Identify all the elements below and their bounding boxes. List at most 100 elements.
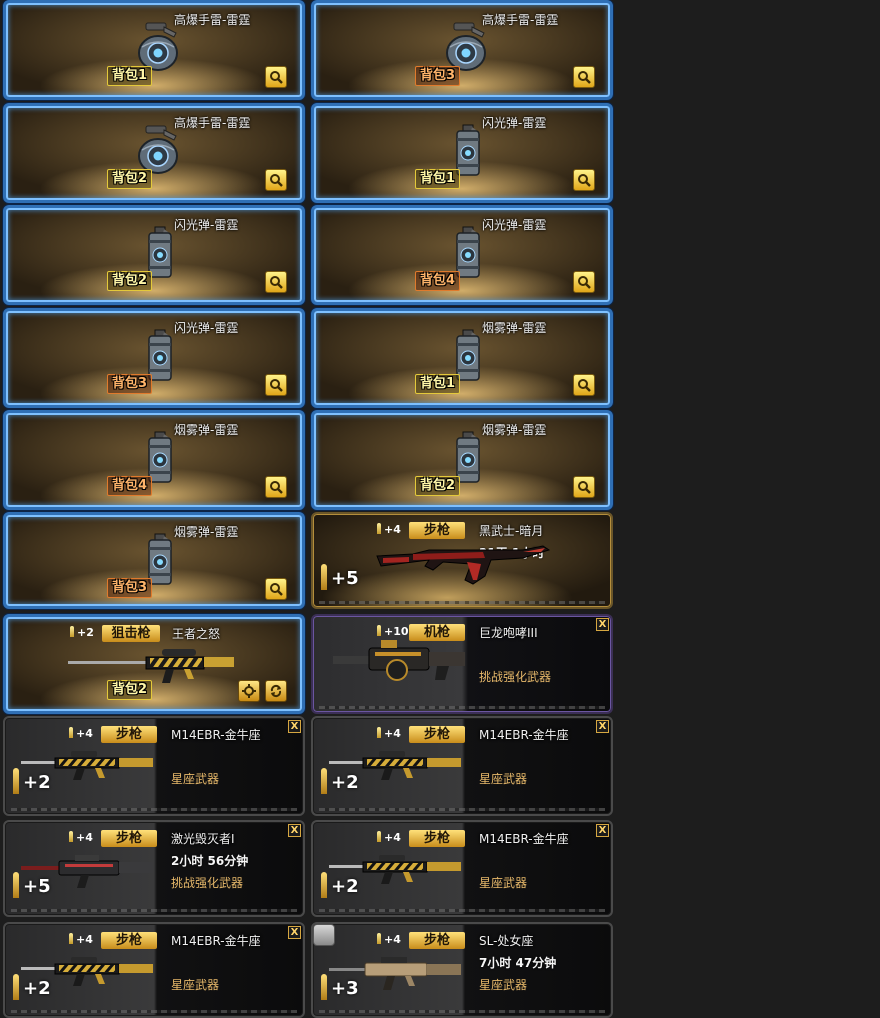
backpack-slot-label: 背包2 bbox=[107, 680, 153, 700]
magnifier-icon bbox=[270, 481, 283, 494]
weapon-class-tag: 步枪 bbox=[409, 830, 465, 847]
item-name: 高爆手雷-雷霆 bbox=[482, 13, 559, 27]
weapon-category: 挑战强化武器 bbox=[171, 876, 244, 890]
zoom-button[interactable] bbox=[265, 476, 287, 498]
inventory-card[interactable]: +4 步枪 M14EBR-金牛座 星座武器 +2 X bbox=[311, 716, 613, 816]
zoom-button[interactable] bbox=[265, 578, 287, 600]
close-button[interactable]: X bbox=[596, 618, 609, 631]
inventory-card[interactable]: 闪光弹-雷霆背包1 bbox=[311, 103, 613, 203]
close-button[interactable]: X bbox=[596, 720, 609, 733]
ammo-bonus: +4 bbox=[377, 523, 401, 536]
inventory-card[interactable]: 闪光弹-雷霆背包4 bbox=[311, 205, 613, 305]
inventory-card[interactable]: +2 狙击枪 王者之怒 背包2 bbox=[3, 614, 305, 714]
zoom-button[interactable] bbox=[573, 271, 595, 293]
ammo-bonus: +10 bbox=[377, 625, 409, 638]
weapon-category: 星座武器 bbox=[479, 978, 528, 992]
ammo-bonus: +4 bbox=[377, 831, 401, 844]
inventory-card[interactable]: 烟雾弹-雷霆背包4 bbox=[3, 410, 305, 510]
inventory-card[interactable]: 烟雾弹-雷霆 背包1 bbox=[311, 308, 613, 408]
zoom-button[interactable] bbox=[573, 374, 595, 396]
weapon-name: 巨龙咆哮III bbox=[479, 626, 538, 640]
weapon-name: 激光毁灭者I bbox=[171, 832, 235, 846]
weapon-name: M14EBR-金牛座 bbox=[171, 728, 261, 742]
inventory-card[interactable]: +4 步枪 SL-处女座 7小时 47分钟 星座武器 +3 bbox=[311, 922, 613, 1018]
close-button[interactable]: X bbox=[596, 824, 609, 837]
inventory-card[interactable]: +4 步枪 M14EBR-金牛座 星座武器 +2 X bbox=[3, 922, 305, 1018]
ammo-bonus: +4 bbox=[377, 727, 401, 740]
magnifier-icon bbox=[270, 174, 283, 187]
item-name: 高爆手雷-雷霆 bbox=[174, 116, 251, 130]
ammo-bonus: +4 bbox=[69, 727, 93, 740]
zoom-button[interactable] bbox=[573, 66, 595, 88]
backpack-slot-label: 背包2 bbox=[107, 271, 153, 291]
enhance-level: +5 bbox=[13, 872, 51, 898]
backpack-slot-label: 背包4 bbox=[107, 476, 153, 496]
weapon-icon bbox=[373, 536, 553, 592]
weapon-category: 星座武器 bbox=[479, 772, 528, 786]
weapon-icon bbox=[329, 638, 469, 690]
enhance-level: +3 bbox=[321, 974, 359, 1000]
item-name: 烟雾弹-雷霆 bbox=[174, 423, 239, 437]
inventory-card[interactable]: 烟雾弹-雷霆背包3 bbox=[3, 512, 305, 609]
backpack-slot-label: 背包4 bbox=[415, 271, 461, 291]
backpack-slot-label: 背包2 bbox=[107, 169, 153, 189]
enhance-level: +2 bbox=[13, 768, 51, 794]
item-name: 闪光弹-雷霆 bbox=[482, 116, 547, 130]
enhance-level: +5 bbox=[321, 564, 359, 590]
gear-button[interactable] bbox=[238, 680, 260, 702]
magnifier-icon bbox=[578, 379, 591, 392]
weapon-class-tag: 步枪 bbox=[101, 726, 157, 743]
backpack-slot-label: 背包3 bbox=[415, 66, 461, 86]
close-button[interactable]: X bbox=[288, 926, 301, 939]
inventory-grid: 高爆手雷-雷霆 背包1 高爆手雷-雷霆 背包3 高爆手雷-雷霆 背包2 闪光弹-… bbox=[0, 0, 613, 1018]
backpack-slot-label: 背包1 bbox=[415, 169, 461, 189]
weapon-class-tag: 步枪 bbox=[409, 726, 465, 743]
magnifier-icon bbox=[270, 71, 283, 84]
magnifier-icon bbox=[578, 174, 591, 187]
zoom-button[interactable] bbox=[265, 169, 287, 191]
weapon-name: M14EBR-金牛座 bbox=[479, 728, 569, 742]
item-name: 闪光弹-雷霆 bbox=[482, 218, 547, 232]
weapon-name: 王者之怒 bbox=[172, 627, 221, 641]
inventory-card[interactable]: +4 步枪 激光毁灭者I 2小时 56分钟 挑战强化武器 +5 X bbox=[3, 820, 305, 917]
zoom-button[interactable] bbox=[573, 476, 595, 498]
inventory-card[interactable]: +4步枪黑武士-暗月21天 1小时 +5 bbox=[311, 512, 613, 609]
inventory-card[interactable]: 高爆手雷-雷霆背包3 bbox=[311, 0, 613, 100]
close-button[interactable]: X bbox=[288, 824, 301, 837]
backpack-slot-label: 背包1 bbox=[415, 374, 461, 394]
zoom-button[interactable] bbox=[573, 169, 595, 191]
ammo-bonus: +4 bbox=[69, 933, 93, 946]
inventory-card[interactable]: 闪光弹-雷霆 背包2 bbox=[3, 205, 305, 305]
inventory-card[interactable]: 闪光弹-雷霆 背包3 bbox=[3, 308, 305, 408]
zoom-button[interactable] bbox=[265, 66, 287, 88]
backpack-slot-label: 背包2 bbox=[415, 476, 461, 496]
zoom-button[interactable] bbox=[265, 271, 287, 293]
backpack-slot-label: 背包3 bbox=[107, 578, 153, 598]
backpack-slot-label: 背包1 bbox=[107, 66, 153, 86]
inventory-card[interactable]: +4 步枪 M14EBR-金牛座 星座武器 +2 X bbox=[311, 820, 613, 917]
weapon-category: 挑战强化武器 bbox=[479, 670, 552, 684]
close-button[interactable]: X bbox=[288, 720, 301, 733]
swap-button[interactable] bbox=[265, 680, 287, 702]
item-name: 烟雾弹-雷霆 bbox=[482, 423, 547, 437]
zoom-button[interactable] bbox=[265, 374, 287, 396]
magnifier-icon bbox=[270, 583, 283, 596]
inventory-card[interactable]: 高爆手雷-雷霆背包2 bbox=[3, 103, 305, 203]
inventory-card[interactable]: 高爆手雷-雷霆背包1 bbox=[3, 0, 305, 100]
enhance-level: +2 bbox=[13, 974, 51, 1000]
inventory-card[interactable]: +4 步枪 M14EBR-金牛座 星座武器 +2 X bbox=[3, 716, 305, 816]
item-name: 闪光弹-雷霆 bbox=[174, 321, 239, 335]
magnifier-icon bbox=[578, 276, 591, 289]
magnifier-icon bbox=[578, 71, 591, 84]
weapon-class-tag: 步枪 bbox=[409, 932, 465, 949]
weapon-class-tag: 步枪 bbox=[101, 830, 157, 847]
gift-box-icon[interactable] bbox=[313, 924, 335, 946]
ammo-bonus: +4 bbox=[69, 831, 93, 844]
item-name: 烟雾弹-雷霆 bbox=[174, 525, 239, 539]
inventory-card[interactable]: +10 机枪 巨龙咆哮III 挑战强化武器 X bbox=[311, 614, 613, 714]
ammo-bonus: +2 bbox=[70, 626, 94, 639]
weapon-name: M14EBR-金牛座 bbox=[171, 934, 261, 948]
item-name: 高爆手雷-雷霆 bbox=[174, 13, 251, 27]
inventory-card[interactable]: 烟雾弹-雷霆背包2 bbox=[311, 410, 613, 510]
time-remaining: 7小时 47分钟 bbox=[479, 956, 557, 970]
